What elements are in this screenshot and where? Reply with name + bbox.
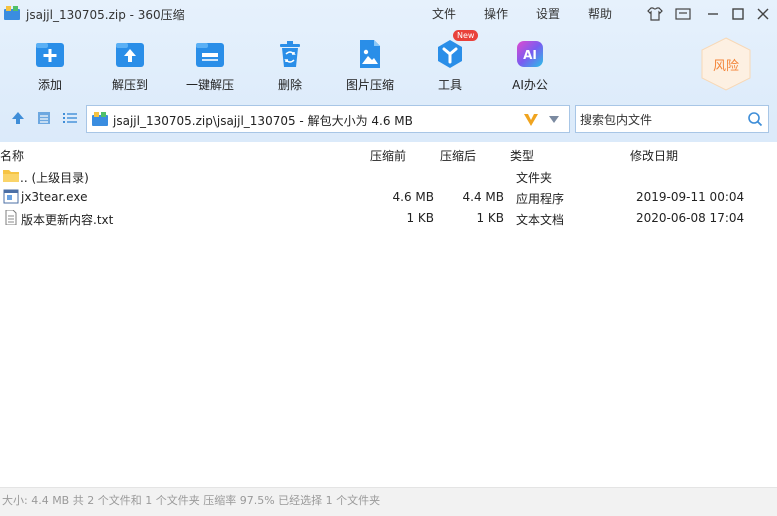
search-icon[interactable]	[747, 111, 763, 127]
extract-to-icon	[116, 43, 144, 67]
file-type: 应用程序	[516, 192, 565, 206]
new-badge: New	[453, 30, 479, 41]
file-type: 文件夹	[516, 171, 553, 185]
window-title: jsajjl_130705.zip - 360压缩	[26, 8, 185, 22]
close-icon[interactable]	[754, 5, 772, 23]
svg-text:AI: AI	[523, 48, 537, 62]
file-list-header: 名称 压缩前 压缩后 类型 修改日期	[0, 143, 777, 165]
top-panel: jsajjl_130705.zip - 360压缩 文件 操作 设置 帮助 添加…	[0, 0, 777, 142]
feedback-icon[interactable]	[674, 5, 692, 23]
column-type[interactable]: 类型	[510, 147, 534, 164]
one-click-extract-icon	[196, 43, 224, 67]
file-name: .. (上级目录)	[20, 171, 89, 185]
extract-to-label: 解压到	[111, 78, 148, 92]
size-after: 4.4 MB	[462, 190, 504, 204]
status-bar: 大小: 4.4 MB 共 2 个文件和 1 个文件夹 压缩率 97.5% 已经选…	[0, 487, 777, 516]
ai-office-icon: AI	[517, 41, 543, 67]
tools-label: 工具	[437, 78, 462, 92]
ai-office-label: AI办公	[512, 78, 548, 92]
text-file-icon	[5, 210, 17, 225]
modified-date: 2020-06-08 17:04	[636, 211, 745, 225]
maximize-icon[interactable]	[729, 5, 747, 23]
add-icon	[36, 43, 64, 67]
modified-date: 2019-09-11 00:04	[636, 190, 745, 204]
size-after: 1 KB	[476, 211, 504, 225]
menu-settings[interactable]: 设置	[536, 5, 560, 22]
add-button[interactable]: 添加	[10, 36, 90, 98]
minimize-icon[interactable]	[704, 5, 722, 23]
file-name: 版本更新内容.txt	[21, 213, 114, 227]
menu-action[interactable]: 操作	[484, 5, 508, 22]
search-input[interactable]	[578, 108, 742, 132]
tools-button[interactable]: New 工具	[410, 30, 490, 98]
table-row[interactable]: jx3tear.exe 4.6 MB 4.4 MB 应用程序 2019-09-1…	[0, 186, 777, 207]
vip-v-icon[interactable]	[523, 113, 539, 127]
one-click-extract-label: 一键解压	[185, 78, 234, 92]
app-logo-icon	[4, 6, 20, 20]
menu-file[interactable]: 文件	[432, 5, 456, 22]
status-text: 大小: 4.4 MB 共 2 个文件和 1 个文件夹 压缩率 97.5% 已经选…	[2, 494, 381, 507]
chevron-down-icon[interactable]	[549, 116, 559, 123]
column-modified-date[interactable]: 修改日期	[630, 147, 678, 164]
toolbar: 添加 解压到 一键解压 删除 图片压缩 New 工具 AI AI办公	[0, 30, 777, 98]
file-name: jx3tear.exe	[21, 190, 88, 204]
risk-label: 风险	[712, 59, 739, 74]
file-type: 文本文档	[516, 213, 565, 227]
folder-icon	[3, 170, 19, 182]
image-compress-button[interactable]: 图片压缩	[330, 36, 410, 98]
path-bar[interactable]: jsajjl_130705.zip\jsajjl_130705 - 解包大小为 …	[86, 105, 570, 133]
skin-shirt-icon[interactable]	[646, 5, 664, 23]
path-text: jsajjl_130705.zip\jsajjl_130705 - 解包大小为 …	[113, 114, 413, 128]
delete-button[interactable]: 删除	[250, 36, 330, 98]
delete-label: 删除	[277, 78, 302, 92]
exe-file-icon	[3, 189, 19, 204]
trash-icon	[280, 41, 300, 67]
list-view-icon[interactable]	[62, 110, 78, 126]
menu-help[interactable]: 帮助	[588, 5, 612, 22]
column-size-after[interactable]: 压缩后	[440, 147, 476, 164]
size-before: 4.6 MB	[392, 190, 434, 204]
tools-icon	[438, 40, 462, 68]
size-before: 1 KB	[406, 211, 434, 225]
table-row[interactable]: .. (上级目录) 文件夹	[0, 165, 777, 186]
navigation-bar: jsajjl_130705.zip\jsajjl_130705 - 解包大小为 …	[0, 104, 777, 134]
image-compress-icon	[360, 40, 380, 68]
table-row[interactable]: 版本更新内容.txt 1 KB 1 KB 文本文档 2020-06-08 17:…	[0, 207, 777, 228]
up-arrow-icon[interactable]	[10, 110, 26, 126]
search-box	[575, 105, 769, 133]
image-compress-label: 图片压缩	[345, 78, 394, 92]
archive-icon	[92, 112, 108, 126]
extract-to-button[interactable]: 解压到	[90, 36, 170, 98]
one-click-extract-button[interactable]: 一键解压	[170, 36, 250, 98]
add-label: 添加	[37, 78, 62, 92]
ai-office-button[interactable]: AI AI办公	[490, 36, 570, 98]
risk-badge[interactable]: 风险	[699, 36, 753, 92]
column-name[interactable]: 名称	[0, 147, 24, 164]
detail-view-icon[interactable]	[36, 110, 52, 126]
title-bar: jsajjl_130705.zip - 360压缩 文件 操作 设置 帮助	[0, 0, 777, 28]
column-size-before[interactable]: 压缩前	[370, 147, 406, 164]
